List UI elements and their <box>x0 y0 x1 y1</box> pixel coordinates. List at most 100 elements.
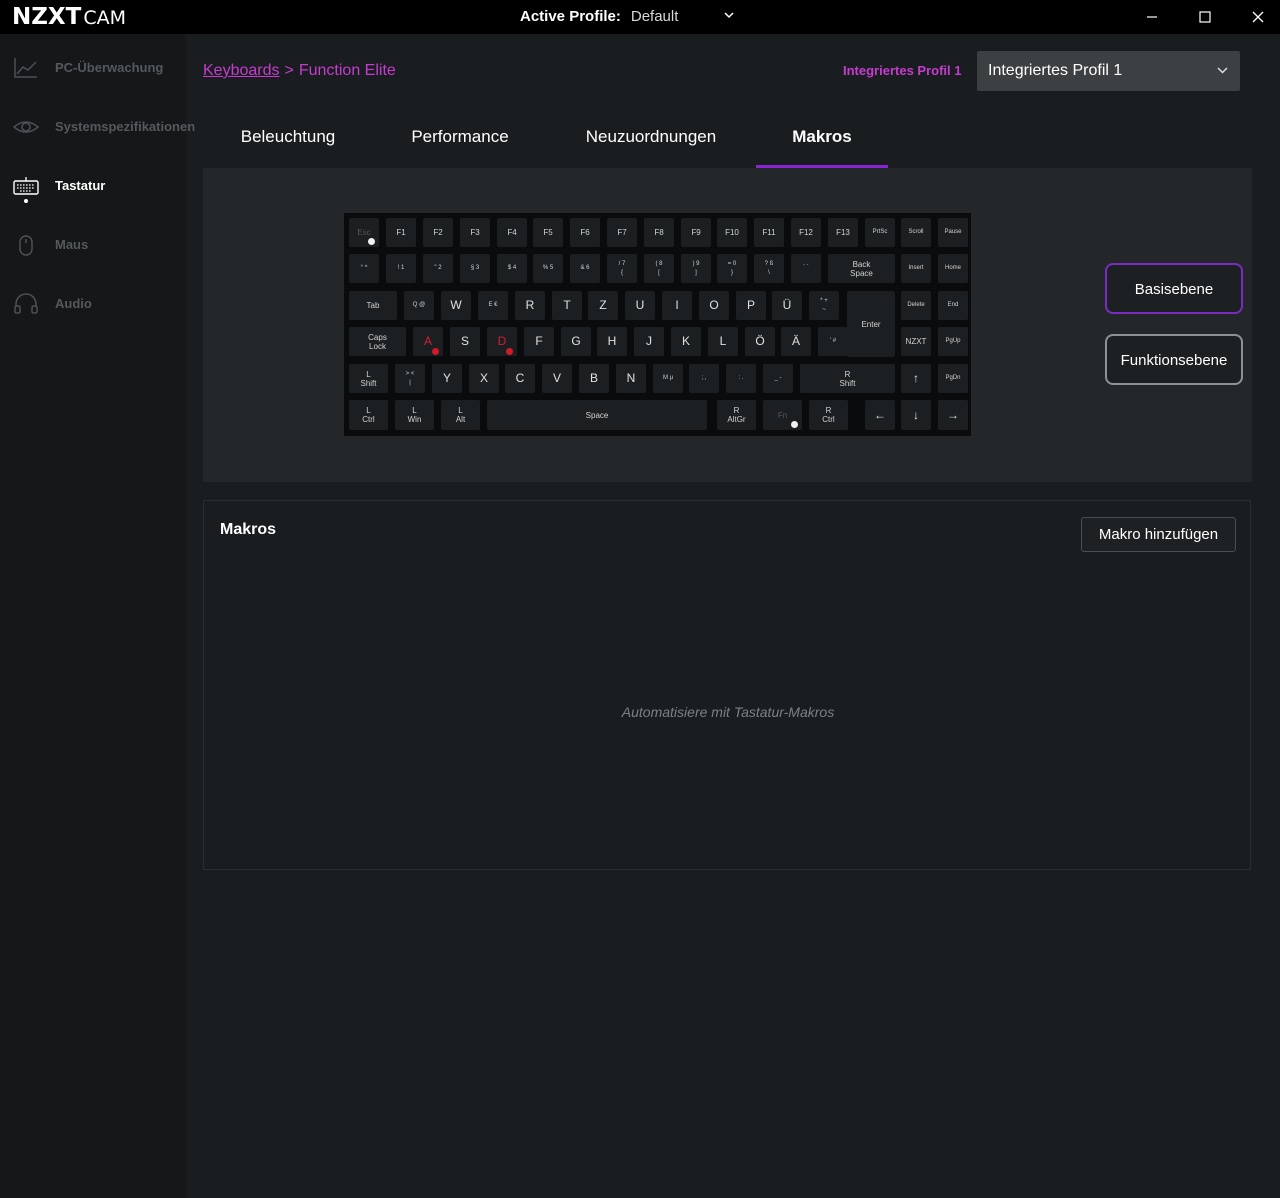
key-arrow-up[interactable]: ↑ <box>901 364 931 393</box>
key-0[interactable]: = 0 } <box>717 254 747 283</box>
key-hash[interactable]: ' # <box>818 327 848 356</box>
key-p[interactable]: P <box>736 291 766 320</box>
key-w[interactable]: W <box>441 291 471 320</box>
key-t[interactable]: T <box>552 291 582 320</box>
key-arrow-right[interactable]: → <box>938 400 968 430</box>
function-layer-button[interactable]: Funktionsebene <box>1105 334 1243 385</box>
key-8[interactable]: ( 8 [ <box>644 254 674 283</box>
key-f4[interactable]: F4 <box>497 218 527 247</box>
key-left-ctrl[interactable]: L Ctrl <box>349 400 388 430</box>
key-2[interactable]: " 2 <box>423 254 453 283</box>
key-3[interactable]: § 3 <box>460 254 490 283</box>
key-f11[interactable]: F11 <box>754 218 784 247</box>
key-z[interactable]: Z <box>588 291 618 320</box>
key-c[interactable]: C <box>505 364 535 393</box>
key-sz[interactable]: ? ß \ <box>754 254 784 283</box>
key-b[interactable]: B <box>579 364 609 393</box>
tab-performance[interactable]: Performance <box>393 126 527 168</box>
key-f7[interactable]: F7 <box>607 218 637 247</box>
key-g[interactable]: G <box>561 327 591 356</box>
key-caret[interactable]: ° ^ <box>349 254 379 283</box>
key-r[interactable]: R <box>515 291 545 320</box>
add-macro-button[interactable]: Makro hinzufügen <box>1081 517 1236 552</box>
key-7[interactable]: / 7 { <box>607 254 637 283</box>
key-e[interactable]: E € <box>478 291 508 320</box>
sidebar-item-audio[interactable]: Audio <box>0 284 186 324</box>
key-right-altgr[interactable]: R AltGr <box>717 400 756 430</box>
key-caps-lock[interactable]: Caps Lock <box>349 327 406 356</box>
key-k[interactable]: K <box>671 327 701 356</box>
key-space[interactable]: Space <box>487 400 707 430</box>
key-6[interactable]: & 6 <box>570 254 600 283</box>
key-pgup[interactable]: PgUp <box>938 327 968 356</box>
key-right-ctrl[interactable]: R Ctrl <box>809 400 848 430</box>
tab-lighting[interactable]: Beleuchtung <box>223 126 353 168</box>
key-9[interactable]: ) 9 ] <box>681 254 711 283</box>
breadcrumb-link-keyboards[interactable]: Keyboards <box>203 62 280 79</box>
key-n[interactable]: N <box>616 364 646 393</box>
key-f10[interactable]: F10 <box>717 218 747 247</box>
key-v[interactable]: V <box>542 364 572 393</box>
key-q[interactable]: Q @ <box>404 291 434 320</box>
key-scroll[interactable]: Scroll <box>901 218 931 247</box>
key-i[interactable]: I <box>662 291 692 320</box>
key-left-shift[interactable]: L Shift <box>349 364 388 393</box>
key-f5[interactable]: F5 <box>533 218 563 247</box>
key-end[interactable]: End <box>938 291 968 320</box>
sidebar-item-system-specs[interactable]: Systemspezifikationen <box>0 107 195 147</box>
key-f6[interactable]: F6 <box>570 218 600 247</box>
key-oe[interactable]: Ö <box>745 327 775 356</box>
key-enter[interactable]: Enter <box>847 291 895 357</box>
key-ae[interactable]: Ä <box>781 327 811 356</box>
base-layer-button[interactable]: Basisebene <box>1105 263 1243 314</box>
key-prtsc[interactable]: PrtSc <box>865 218 895 247</box>
key-f8[interactable]: F8 <box>644 218 674 247</box>
key-left-alt[interactable]: L Alt <box>441 400 480 430</box>
key-backspace[interactable]: Back Space <box>828 254 895 283</box>
key-delete[interactable]: Delete <box>901 291 931 320</box>
key-f9[interactable]: F9 <box>681 218 711 247</box>
key-s[interactable]: S <box>450 327 480 356</box>
key-f12[interactable]: F12 <box>791 218 821 247</box>
key-x[interactable]: X <box>469 364 499 393</box>
key-5[interactable]: % 5 <box>533 254 563 283</box>
key-pause[interactable]: Pause <box>938 218 968 247</box>
key-period[interactable]: : . <box>726 364 756 393</box>
tab-remapping[interactable]: Neuzuordnungen <box>566 126 736 168</box>
key-less-than[interactable]: > < | <box>395 364 425 393</box>
key-pgdn[interactable]: PgDn <box>938 364 968 393</box>
key-plus[interactable]: * + ~ <box>809 291 839 320</box>
tab-macros[interactable]: Makros <box>756 126 888 168</box>
key-f3[interactable]: F3 <box>460 218 490 247</box>
key-o[interactable]: O <box>699 291 729 320</box>
sidebar-item-keyboard[interactable]: Tastatur <box>0 166 186 206</box>
active-profile-selector[interactable]: Active Profile: Default <box>520 0 734 34</box>
key-u[interactable]: U <box>625 291 655 320</box>
key-4[interactable]: $ 4 <box>497 254 527 283</box>
maximize-icon[interactable] <box>1196 8 1214 26</box>
key-left-win[interactable]: L Win <box>395 400 434 430</box>
key-1[interactable]: ! 1 <box>386 254 416 283</box>
key-y[interactable]: Y <box>432 364 462 393</box>
sidebar-item-pc-monitoring[interactable]: PC-Überwachung <box>0 48 186 88</box>
key-arrow-left[interactable]: ← <box>865 400 895 430</box>
key-f2[interactable]: F2 <box>423 218 453 247</box>
key-tab[interactable]: Tab <box>349 291 397 320</box>
close-icon[interactable] <box>1249 8 1267 26</box>
key-right-shift[interactable]: R Shift <box>800 364 895 393</box>
key-ue[interactable]: Ü <box>772 291 802 320</box>
key-m[interactable]: M µ <box>653 364 683 393</box>
key-f[interactable]: F <box>524 327 554 356</box>
key-minus[interactable]: _ - <box>763 364 793 393</box>
key-nzxt[interactable]: NZXT <box>901 327 931 356</box>
profile-dropdown[interactable]: Integriertes Profil 1 <box>977 51 1240 91</box>
key-arrow-down[interactable]: ↓ <box>901 400 931 430</box>
key-j[interactable]: J <box>634 327 664 356</box>
key-f13[interactable]: F13 <box>828 218 858 247</box>
key-comma[interactable]: ; , <box>689 364 719 393</box>
sidebar-item-mouse[interactable]: Maus <box>0 225 186 265</box>
key-f1[interactable]: F1 <box>386 218 416 247</box>
key-h[interactable]: H <box>597 327 627 356</box>
key-acute[interactable]: ` ´ <box>791 254 821 283</box>
key-l[interactable]: L <box>708 327 738 356</box>
